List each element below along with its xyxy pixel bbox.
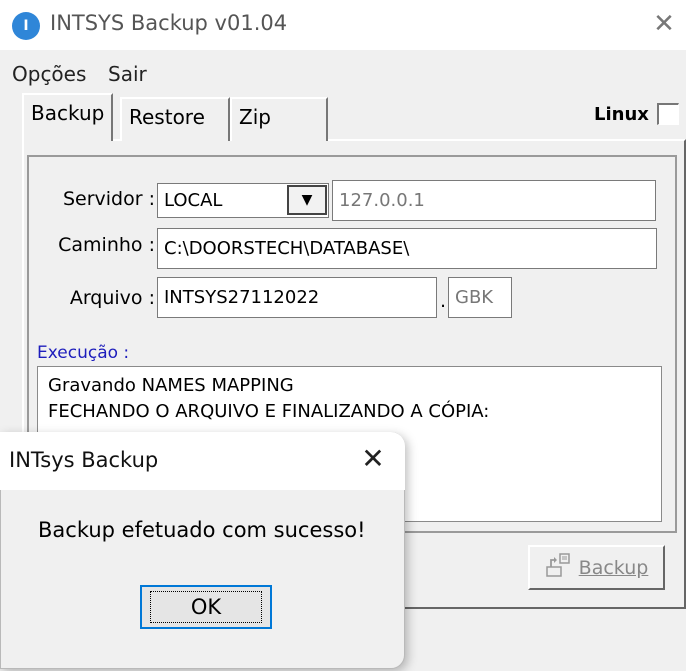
arquivo-value: INTSYS27112022: [164, 287, 320, 308]
window-title: INTSYS Backup v01.04: [50, 11, 288, 35]
linux-checkbox[interactable]: [657, 103, 679, 125]
backup-button[interactable]: Backup: [528, 545, 665, 590]
chevron-down-icon: ▼: [301, 192, 313, 208]
ok-button[interactable]: OK: [140, 585, 272, 629]
arquivo-label: Arquivo :: [69, 287, 155, 309]
app-icon: I: [12, 12, 40, 40]
dropdown-arrow-button[interactable]: ▼: [287, 185, 327, 215]
ok-button-label: OK: [149, 591, 263, 623]
servidor-value: LOCAL: [164, 190, 223, 211]
tab-backup[interactable]: Backup: [22, 93, 114, 141]
dialog-message: Backup efetuado com sucesso!: [38, 518, 366, 542]
tab-restore[interactable]: Restore: [120, 97, 230, 141]
menu-opcoes[interactable]: Opções: [12, 62, 86, 86]
servidor-ip-value: 127.0.0.1: [339, 190, 425, 211]
log-line: FECHANDO O ARQUIVO E FINALIZANDO A CÓPIA…: [48, 401, 490, 422]
linux-label: Linux: [594, 104, 649, 125]
servidor-ip-field[interactable]: 127.0.0.1: [332, 180, 656, 221]
arquivo-extension-field[interactable]: GBK: [448, 277, 512, 318]
backup-icon: [545, 552, 571, 583]
window-close-button[interactable]: ✕: [650, 10, 678, 38]
arquivo-field[interactable]: INTSYS27112022: [157, 277, 437, 318]
execucao-label: Execução :: [37, 343, 130, 363]
log-line: Gravando NAMES MAPPING: [48, 375, 294, 396]
menu-sair[interactable]: Sair: [108, 62, 147, 86]
dialog-title: INTsys Backup: [9, 448, 159, 472]
dialog-close-button[interactable]: ✕: [356, 442, 390, 476]
menu-bar: [0, 50, 686, 92]
servidor-label: Servidor :: [62, 188, 155, 210]
arquivo-dot: .: [440, 290, 447, 312]
arquivo-extension-value: GBK: [455, 287, 494, 308]
caminho-field[interactable]: C:\DOORSTECH\DATABASE\: [157, 228, 657, 269]
tab-zip[interactable]: Zip: [230, 97, 328, 141]
caminho-value: C:\DOORSTECH\DATABASE\: [164, 238, 410, 259]
caminho-label: Caminho :: [58, 234, 155, 256]
backup-button-label: Backup: [578, 556, 649, 579]
